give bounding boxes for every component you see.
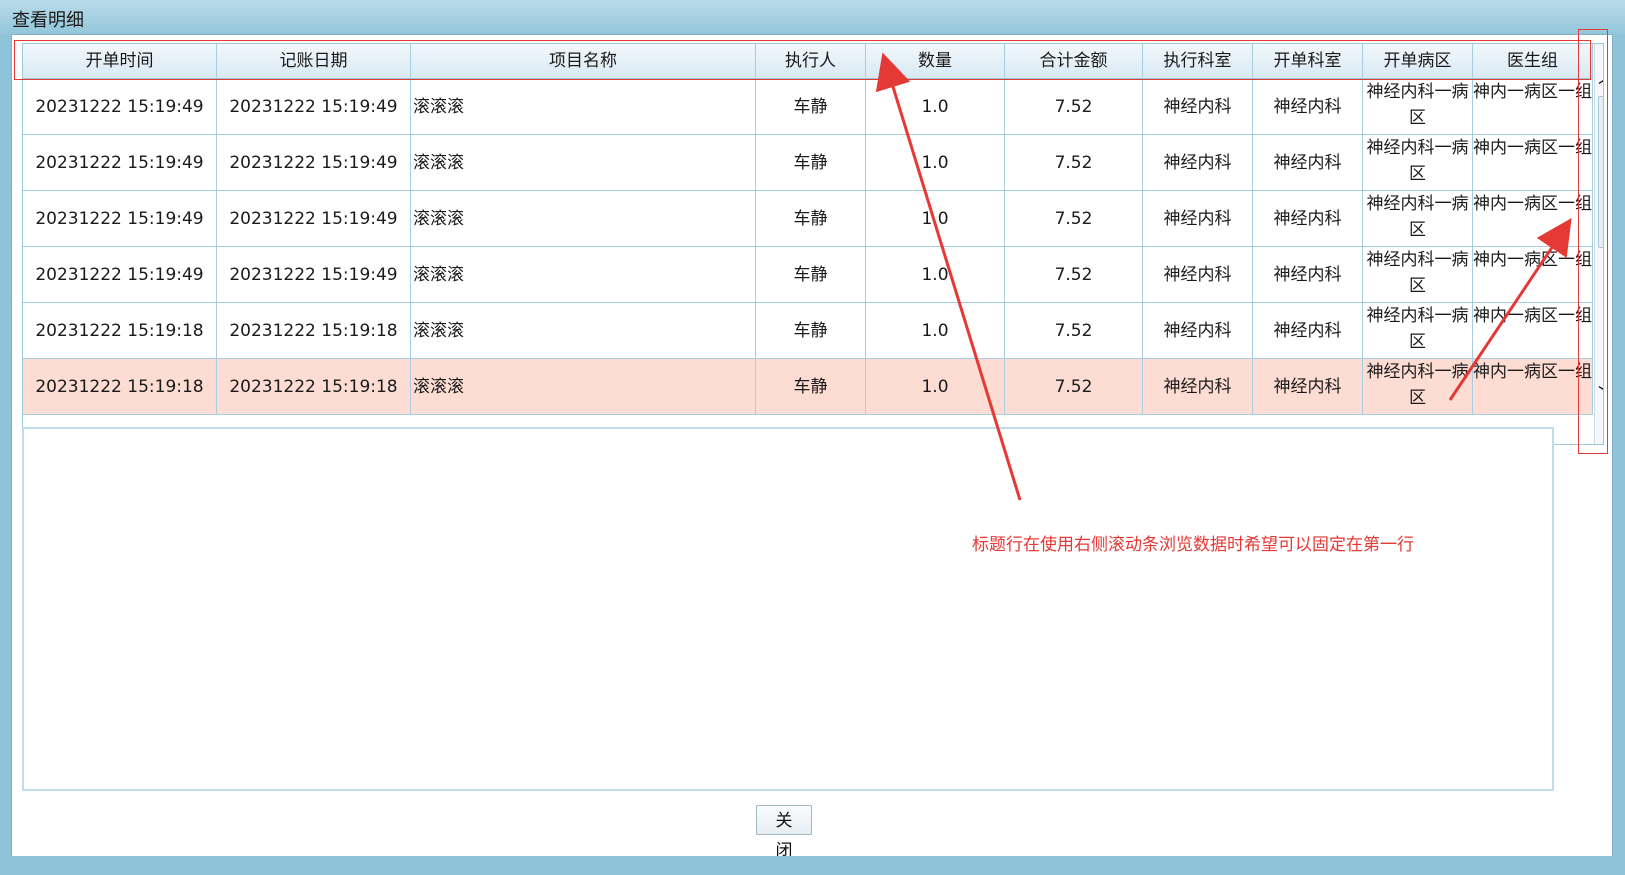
annotation-arrows (875, 52, 1572, 501)
arrow-to-scrollbar (1448, 218, 1572, 401)
arrow-to-header (875, 52, 1022, 501)
detail-window: 查看明细 开单时间 记账日期 项目名称 执行人 数量 合计金额 执行科室 开单科… (0, 0, 1625, 875)
